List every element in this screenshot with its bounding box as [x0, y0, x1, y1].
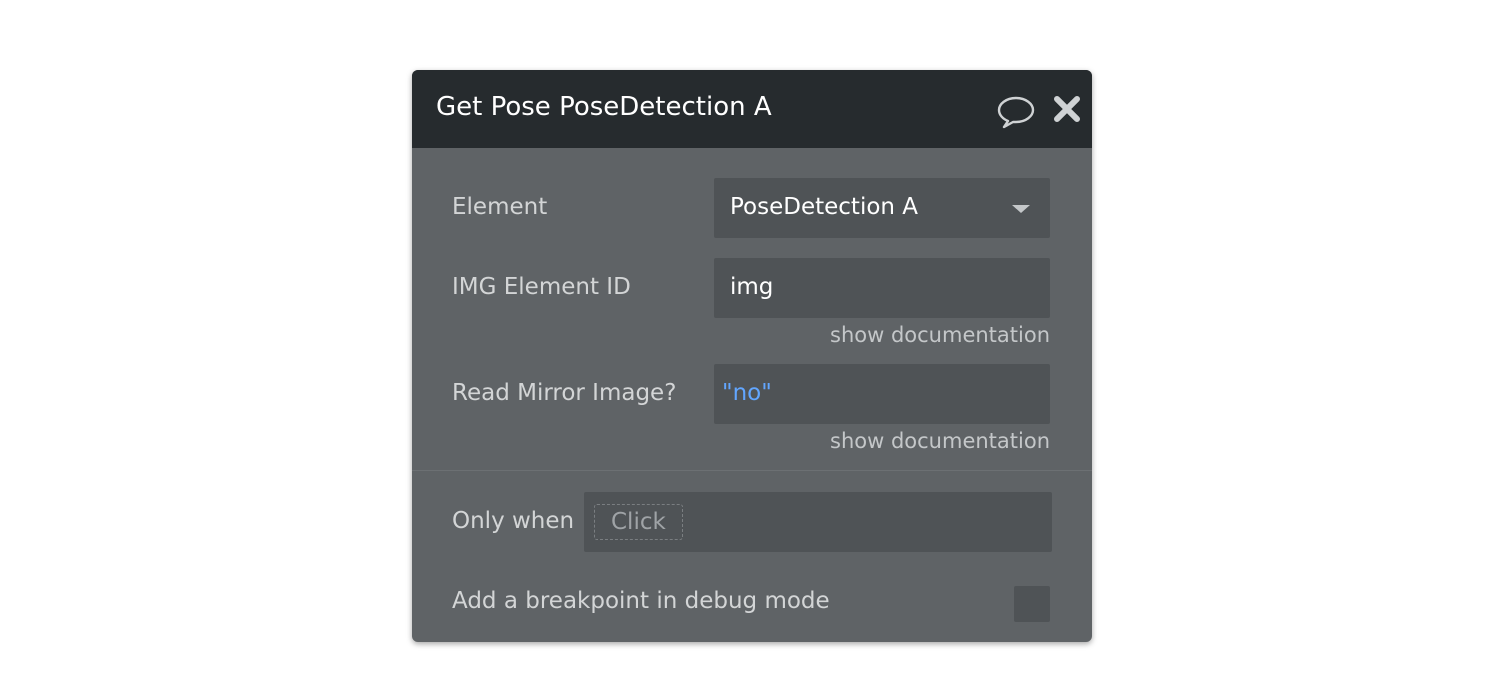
element-dropdown[interactable]: PoseDetection A — [714, 178, 1050, 238]
read-mirror-image-doc-link[interactable]: show documentation — [830, 429, 1050, 453]
breakpoint-checkbox[interactable] — [1014, 586, 1050, 622]
chevron-down-icon — [1012, 205, 1030, 213]
read-mirror-image-field[interactable]: "no" — [714, 364, 1050, 424]
img-element-id-label: IMG Element ID — [452, 274, 631, 300]
section-divider — [412, 470, 1092, 471]
only-when-placeholder[interactable]: Click — [594, 504, 683, 540]
only-when-label: Only when — [452, 508, 575, 534]
img-element-id-value: img — [730, 274, 774, 300]
comment-icon[interactable] — [996, 94, 1036, 130]
read-mirror-image-value: "no" — [722, 380, 772, 406]
panel-title: Get Pose PoseDetection A — [436, 92, 772, 122]
breakpoint-label: Add a breakpoint in debug mode — [452, 588, 830, 614]
close-icon[interactable] — [1052, 94, 1082, 124]
img-element-id-doc-link[interactable]: show documentation — [830, 323, 1050, 347]
read-mirror-image-label: Read Mirror Image? — [452, 380, 677, 406]
only-when-field[interactable]: Click — [584, 492, 1052, 552]
action-properties-panel: Get Pose PoseDetection A Element PoseDet… — [412, 70, 1092, 642]
panel-header: Get Pose PoseDetection A — [412, 70, 1092, 148]
element-dropdown-value: PoseDetection A — [730, 194, 919, 220]
element-label: Element — [452, 194, 548, 220]
img-element-id-field[interactable]: img — [714, 258, 1050, 318]
